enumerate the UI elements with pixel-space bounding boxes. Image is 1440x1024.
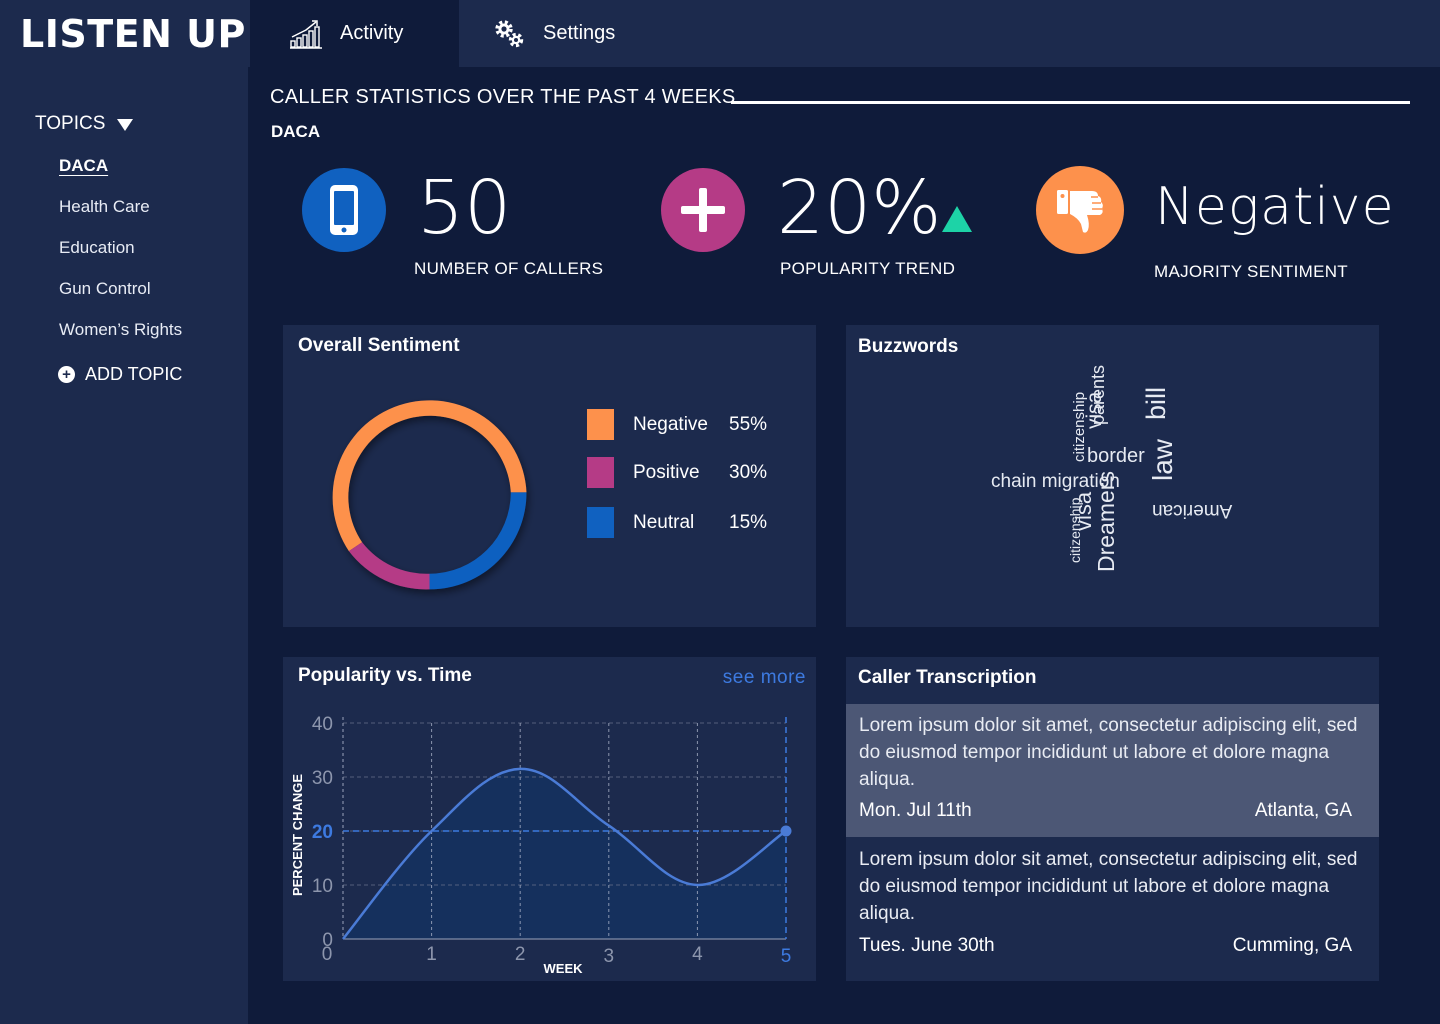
legend-swatch <box>587 457 614 488</box>
topics-header-label: TOPICS <box>35 113 106 134</box>
up-triangle-icon <box>942 206 972 232</box>
buzzword: citizenship <box>1067 497 1083 563</box>
buzzword: border <box>1087 445 1145 467</box>
buzzword: bill <box>1141 386 1171 420</box>
topics-dropdown[interactable]: TOPICS <box>35 113 134 135</box>
chart-x-tick-label: 0 <box>322 944 333 965</box>
legend-value: 55% <box>729 413 768 435</box>
kpi-trend-label: POPULARITY TREND <box>780 259 956 278</box>
top-bar: LISTEN UP Activity Settings <box>0 0 1440 67</box>
buzzwords-panel: Buzzwords citizenship visa parents bill … <box>846 325 1379 627</box>
add-topic-button[interactable]: + ADD TOPIC <box>58 364 182 385</box>
plus-circle-icon: + <box>58 366 75 383</box>
transcription-date: Tues. June 30th <box>859 935 995 956</box>
transcription-item[interactable]: Lorem ipsum dolor sit amet, consectetur … <box>846 837 1379 977</box>
kpi-trend-badge <box>661 168 745 252</box>
tab-activity-label: Activity <box>340 22 404 44</box>
panel-title: Overall Sentiment <box>298 335 460 356</box>
gears-icon <box>495 19 524 47</box>
kpi-sentiment-value: Negative <box>1155 177 1395 237</box>
app-logo: LISTEN UP <box>20 11 246 56</box>
sidebar-item-education[interactable]: Education <box>59 238 135 258</box>
chart-y-tick-label: 20 <box>312 822 333 843</box>
kpi-callers-value: 50 <box>417 165 512 251</box>
chart-x-tick-label: 3 <box>604 946 615 967</box>
legend-value: 15% <box>729 511 768 533</box>
activity-chart-icon <box>290 19 322 49</box>
kpi-callers-label: NUMBER OF CALLERS <box>414 259 604 278</box>
legend-label: Negative <box>633 413 708 435</box>
sidebar: TOPICS DACA Health Care Education Gun Co… <box>0 67 248 1024</box>
buzzword: parents <box>1088 364 1108 425</box>
sidebar-item-womens-rights[interactable]: Women’s Rights <box>59 320 182 340</box>
chart-x-axis-label: WEEK <box>544 961 584 976</box>
donut-ring <box>332 400 527 590</box>
tab-settings[interactable]: Settings <box>459 0 699 67</box>
legend-item-positive: Positive 30% <box>587 457 767 488</box>
overall-sentiment-panel: Overall Sentiment Negative 55% Positive … <box>283 325 816 627</box>
legend-swatch <box>587 409 614 440</box>
panel-title: Buzzwords <box>858 336 959 357</box>
buzzword: American <box>1152 500 1233 521</box>
transcription-location: Atlanta, GA <box>1254 800 1352 821</box>
triangle-down-icon <box>117 119 134 131</box>
chart-y-tick-label: 10 <box>312 876 333 897</box>
legend-item-negative: Negative 55% <box>587 409 767 440</box>
chart-y-tick-label: 30 <box>312 768 333 789</box>
transcription-date: Mon. Jul 11th <box>859 800 972 821</box>
donut-slice-positive <box>348 542 430 590</box>
popularity-panel: Popularity vs. Time see more 0 10 20 30 40 0 1… <box>283 657 816 981</box>
chart-y-tick-label: 40 <box>312 714 333 735</box>
transcription-location: Cumming, GA <box>1232 935 1352 956</box>
transcription-panel: Caller Transcription Lorem ipsum dolor s… <box>846 657 1379 981</box>
tab-activity[interactable]: Activity <box>250 0 459 67</box>
legend-label: Positive <box>633 461 700 483</box>
donut-slice-negative <box>332 400 527 552</box>
panel-title: Caller Transcription <box>858 667 1037 688</box>
chart-highlight-point <box>780 825 792 837</box>
current-topic: DACA <box>271 122 321 141</box>
transcription-item[interactable]: Lorem ipsum dolor sit amet, consectetur … <box>846 704 1379 837</box>
transcription-meta: Mon. Jul 11th Atlanta, GA <box>859 800 1366 822</box>
chart-y-axis-label: PERCENT CHANGE <box>290 774 305 896</box>
page-title: CALLER STATISTICS OVER THE PAST 4 WEEKS <box>270 86 736 108</box>
legend-item-neutral: Neutral 15% <box>587 507 767 538</box>
transcription-meta: Tues. June 30th Cumming, GA <box>859 935 1366 957</box>
chart-x-tick-label: 1 <box>426 944 437 965</box>
sidebar-item-daca[interactable]: DACA <box>59 156 108 176</box>
plus-icon <box>681 188 725 232</box>
sidebar-item-health-care[interactable]: Health Care <box>59 197 150 217</box>
title-divider <box>731 101 1410 104</box>
kpi-trend-value: 20% <box>777 165 942 251</box>
transcription-text: Lorem ipsum dolor sit amet, consectetur … <box>859 849 1358 924</box>
transcription-text: Lorem ipsum dolor sit amet, consectetur … <box>859 715 1358 790</box>
buzzword: Dreamers <box>1093 470 1119 572</box>
legend-label: Neutral <box>633 511 695 533</box>
tab-settings-label: Settings <box>543 22 616 44</box>
chart-x-tick-label: 4 <box>692 944 703 965</box>
thumbs-down-icon <box>1057 190 1103 233</box>
chart-x-tick-label: 5 <box>781 946 792 967</box>
sidebar-item-gun-control[interactable]: Gun Control <box>59 279 151 299</box>
kpi-callers-badge <box>302 168 386 252</box>
kpi-sentiment-badge <box>1036 166 1124 254</box>
sentiment-donut <box>332 400 527 590</box>
kpi-sentiment-label: MAJORITY SENTIMENT <box>1154 262 1348 281</box>
popularity-chart: 0102030400 1 2 3 4 5WEEKPERCENT CHANGE <box>290 714 792 976</box>
chart-x-tick-label: 2 <box>515 944 526 965</box>
add-topic-label: ADD TOPIC <box>85 364 183 384</box>
phone-icon <box>330 185 358 235</box>
buzzword: law <box>1147 438 1178 481</box>
legend-value: 30% <box>729 461 768 483</box>
donut-slice-neutral <box>429 492 527 590</box>
legend-swatch <box>587 507 614 538</box>
